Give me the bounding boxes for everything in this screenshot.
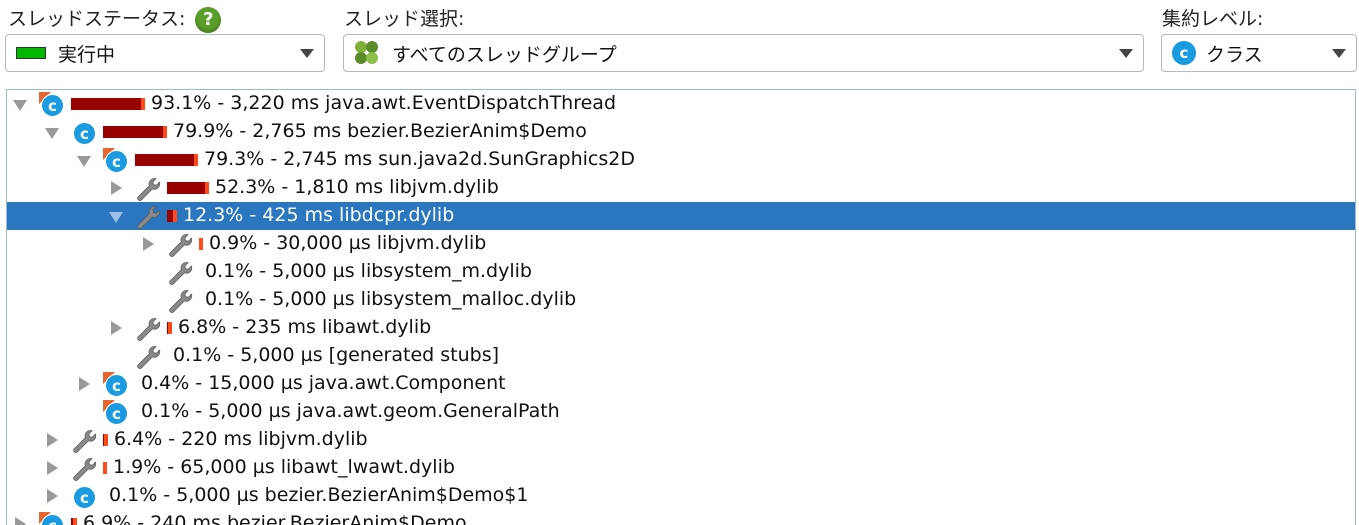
time-bar bbox=[71, 98, 145, 110]
tree-row[interactable]: 0.1% - 5,000 µs libsystem_m.dylib bbox=[7, 258, 1355, 286]
wrench-icon bbox=[71, 428, 97, 454]
tree-row[interactable]: c 6.9% - 240 ms bezier.BezierAnim$Demo bbox=[7, 510, 1355, 525]
wrench-icon bbox=[167, 288, 193, 314]
wrench-icon bbox=[135, 316, 161, 342]
tree-row[interactable]: c 0.1% - 5,000 µs bezier.BezierAnim$Demo$… bbox=[7, 482, 1355, 510]
aggregation-level-select[interactable]: c クラス bbox=[1161, 34, 1357, 72]
thread-group-icon bbox=[354, 40, 380, 66]
tree-row[interactable]: c 0.4% - 15,000 µs java.awt.Component bbox=[7, 370, 1355, 398]
time-bar bbox=[103, 126, 167, 138]
chevron-down-icon bbox=[1332, 49, 1346, 58]
tree-row-label: 6.9% - 240 ms bezier.BezierAnim$Demo bbox=[83, 512, 467, 525]
thread-select-label: スレッド選択: bbox=[344, 8, 465, 30]
expand-toggle-icon[interactable] bbox=[47, 489, 58, 503]
aggregation-level-label: 集約レベル: bbox=[1162, 8, 1264, 30]
tree-row[interactable]: 0.1% - 5,000 µs libsystem_malloc.dylib bbox=[7, 286, 1355, 314]
class-icon: c bbox=[39, 92, 65, 118]
tree-row[interactable]: 0.1% - 5,000 µs [generated stubs] bbox=[7, 342, 1355, 370]
tree-row-label: 79.3% - 2,745 ms sun.java2d.SunGraphics2… bbox=[204, 148, 635, 170]
tree-row[interactable]: 6.4% - 220 ms libjvm.dylib bbox=[7, 426, 1355, 454]
collapse-toggle-icon[interactable] bbox=[109, 212, 123, 223]
expand-toggle-icon[interactable] bbox=[15, 517, 26, 525]
tree-row-label: 0.1% - 5,000 µs libsystem_m.dylib bbox=[205, 260, 532, 282]
expand-toggle-icon[interactable] bbox=[143, 237, 154, 251]
chevron-down-icon bbox=[1119, 49, 1133, 58]
expand-toggle-icon[interactable] bbox=[47, 433, 58, 447]
wrench-icon bbox=[135, 176, 161, 202]
tree-row-label: 52.3% - 1,810 ms libjvm.dylib bbox=[215, 176, 499, 198]
collapse-toggle-icon[interactable] bbox=[77, 156, 91, 167]
time-bar bbox=[103, 462, 107, 474]
tree-row[interactable]: c 0.1% - 5,000 µs java.awt.geom.GeneralPa… bbox=[7, 398, 1355, 426]
tree-row-label: 6.4% - 220 ms libjvm.dylib bbox=[114, 428, 368, 450]
expand-toggle-icon[interactable] bbox=[111, 321, 122, 335]
tree-row-label: 0.9% - 30,000 µs libjvm.dylib bbox=[209, 232, 487, 254]
tree-row-label: 0.1% - 5,000 µs [generated stubs] bbox=[173, 344, 500, 366]
aggregation-level-value: クラス bbox=[1206, 43, 1263, 66]
tree-row[interactable]: c 79.3% - 2,745 ms sun.java2d.SunGraphics… bbox=[7, 146, 1355, 174]
tree-row[interactable]: 1.9% - 65,000 µs libawt_lwawt.dylib bbox=[7, 454, 1355, 482]
tree-row-label: 6.8% - 235 ms libawt.dylib bbox=[178, 316, 432, 338]
tree-row[interactable]: c 79.9% - 2,765 ms bezier.BezierAnim$Demo bbox=[7, 118, 1355, 146]
expand-toggle-icon[interactable] bbox=[47, 461, 58, 475]
thread-group-select[interactable]: すべてのスレッドグループ bbox=[343, 34, 1144, 72]
time-bar bbox=[71, 518, 77, 525]
chevron-down-icon bbox=[300, 49, 314, 58]
tree-row-label: 0.1% - 5,000 µs java.awt.geom.GeneralPat… bbox=[141, 400, 560, 422]
tree-row[interactable]: 52.3% - 1,810 ms libjvm.dylib bbox=[7, 174, 1355, 202]
tree-row-label: 12.3% - 425 ms libdcpr.dylib bbox=[183, 204, 455, 226]
thread-status-value: 実行中 bbox=[58, 43, 116, 66]
time-bar bbox=[167, 182, 209, 194]
time-bar bbox=[199, 238, 203, 250]
tree-row[interactable]: 12.3% - 425 ms libdcpr.dylib bbox=[7, 202, 1355, 230]
tree-row[interactable]: c 93.1% - 3,220 ms java.awt.EventDispatch… bbox=[7, 90, 1355, 118]
class-icon: c bbox=[39, 512, 65, 525]
expand-toggle-icon[interactable] bbox=[111, 181, 122, 195]
wrench-icon bbox=[135, 204, 161, 230]
expand-toggle-icon[interactable] bbox=[79, 377, 90, 391]
class-icon: c bbox=[103, 400, 129, 426]
thread-group-value: すべてのスレッドグループ bbox=[392, 43, 617, 66]
thread-status-select[interactable]: 実行中 bbox=[5, 34, 325, 72]
tree-row[interactable]: 6.8% - 235 ms libawt.dylib bbox=[7, 314, 1355, 342]
tree-row-label: 79.9% - 2,765 ms bezier.BezierAnim$Demo bbox=[173, 120, 587, 142]
class-icon: c bbox=[71, 120, 97, 146]
thread-status-label: スレッドステータス:? bbox=[8, 4, 222, 33]
tree-row-label: 93.1% - 3,220 ms java.awt.EventDispatchT… bbox=[151, 92, 617, 114]
tree-row-label: 0.1% - 5,000 µs libsystem_malloc.dylib bbox=[205, 288, 577, 310]
tree-row-label: 0.4% - 15,000 µs java.awt.Component bbox=[141, 372, 506, 394]
time-bar bbox=[103, 434, 108, 446]
running-status-swatch bbox=[16, 47, 46, 59]
time-bar bbox=[167, 210, 177, 222]
class-icon: c bbox=[1172, 41, 1196, 65]
collapse-toggle-icon[interactable] bbox=[45, 128, 59, 139]
time-bar bbox=[135, 154, 198, 166]
tree-row-label: 0.1% - 5,000 µs bezier.BezierAnim$Demo$1 bbox=[109, 484, 529, 506]
collapse-toggle-icon[interactable] bbox=[13, 100, 27, 111]
class-icon: c bbox=[71, 484, 97, 510]
wrench-icon bbox=[135, 344, 161, 370]
wrench-icon bbox=[71, 456, 97, 482]
help-icon[interactable]: ? bbox=[195, 6, 222, 33]
time-bar bbox=[167, 322, 172, 334]
call-tree[interactable]: c 93.1% - 3,220 ms java.awt.EventDispatch… bbox=[6, 89, 1356, 525]
class-icon: c bbox=[103, 372, 129, 398]
wrench-icon bbox=[167, 232, 193, 258]
wrench-icon bbox=[167, 260, 193, 286]
class-icon: c bbox=[103, 148, 129, 174]
tree-row[interactable]: 0.9% - 30,000 µs libjvm.dylib bbox=[7, 230, 1355, 258]
thread-status-label-text: スレッドステータス: bbox=[8, 8, 186, 30]
tree-row-label: 1.9% - 65,000 µs libawt_lwawt.dylib bbox=[113, 456, 455, 478]
